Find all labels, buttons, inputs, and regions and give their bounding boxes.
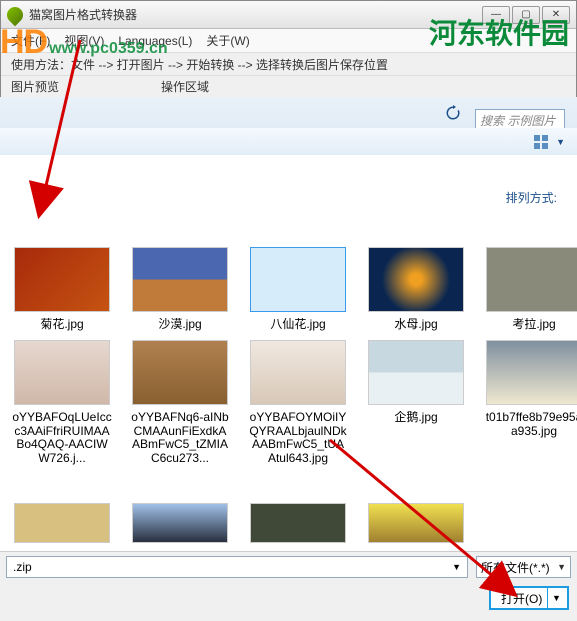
thumb-item[interactable]: oYYBAFOqLUeIccc3AAiFfriRUIMAABo4QAQ-AACI… [14, 340, 110, 466]
app-icon [4, 3, 27, 26]
thumb-row-partial [0, 503, 577, 545]
thumb-label: t01b7ffe8b79e95aa935.jpg [484, 411, 577, 439]
thumb-item[interactable]: t01b7ffe8b79e95aa935.jpg [486, 340, 577, 466]
chevron-down-icon[interactable]: ▼ [452, 562, 461, 572]
thumb-label: oYYBAFOYMOiIYQYRAALbjaulNDkAABmFwC5_tUAA… [248, 411, 348, 466]
open-button[interactable]: 打开(O) ▼ [489, 586, 569, 610]
thumb-label: 企鹅.jpg [366, 411, 466, 425]
thumb-item[interactable]: 菊花.jpg [14, 247, 110, 332]
thumb-label: 考拉.jpg [484, 318, 577, 332]
thumb-item[interactable]: 企鹅.jpg [368, 340, 464, 466]
thumb-label: oYYBAFOqLUeIccc3AAiFfriRUIMAABo4QAQ-AACI… [12, 411, 112, 466]
search-placeholder: 搜索 示例图片 [480, 112, 555, 129]
thumb-item[interactable]: oYYBAFNq6-aINbCMAAunFiExdkAABmFwC5_tZMIA… [132, 340, 228, 466]
thumbnail-image [14, 340, 110, 405]
thumb-label: 菊花.jpg [12, 318, 112, 332]
thumbnail-area: 菊花.jpg 沙漠.jpg 八仙花.jpg 水母.jpg 考拉.jpg [0, 247, 577, 547]
chevron-down-icon: ▼ [557, 562, 566, 572]
thumbnail-image [14, 247, 110, 312]
thumbnail-image[interactable] [132, 503, 228, 543]
menu-file[interactable]: 文件(F) [11, 32, 50, 49]
thumbnail-image[interactable] [14, 503, 110, 543]
thumb-label: 八仙花.jpg [248, 318, 348, 332]
view-mode-button[interactable]: ▼ [534, 135, 565, 149]
maximize-button[interactable]: ▢ [512, 6, 540, 24]
menu-about[interactable]: 关于(W) [206, 32, 249, 49]
file-dialog: 搜索 示例图片 ▼ 排列方式: 菊花.jpg 沙漠.jpg 八仙花.jpg [0, 97, 577, 621]
filetype-select[interactable]: 所有文件(*.*) ▼ [476, 556, 571, 578]
thumb-label: 水母.jpg [366, 318, 466, 332]
thumbnail-image [486, 247, 577, 312]
thumbnail-image [250, 340, 346, 405]
thumbnail-image [368, 340, 464, 405]
thumbnail-image[interactable] [250, 503, 346, 543]
thumbnail-image [368, 247, 464, 312]
titlebar: 猫窝图片格式转换器 — ▢ ✕ [1, 1, 576, 29]
thumb-item-selected[interactable]: 八仙花.jpg [250, 247, 346, 332]
filename-value: .zip [13, 560, 32, 574]
oparea-label: 操作区域 [161, 78, 209, 95]
open-dropdown-icon[interactable]: ▼ [547, 588, 565, 608]
menubar: 文件(F) 视图(V) Languages(L) 关于(W) [1, 29, 576, 53]
thumb-item[interactable]: 考拉.jpg [486, 247, 577, 332]
open-button-label: 打开(O) [501, 590, 542, 607]
dialog-footer: .zip ▼ 所有文件(*.*) ▼ 打开(O) ▼ [0, 551, 577, 621]
refresh-icon[interactable] [441, 103, 465, 123]
thumbnail-image[interactable] [368, 503, 464, 543]
thumbnail-image [486, 340, 577, 405]
filename-input[interactable]: .zip ▼ [6, 556, 468, 578]
menu-languages[interactable]: Languages(L) [118, 34, 192, 48]
app-window: 猫窝图片格式转换器 — ▢ ✕ 文件(F) 视图(V) Languages(L)… [0, 0, 577, 100]
sort-label[interactable]: 排列方式: [506, 189, 557, 206]
thumbnail-image [250, 247, 346, 312]
thumbnail-image [132, 247, 228, 312]
thumb-item[interactable]: 沙漠.jpg [132, 247, 228, 332]
minimize-button[interactable]: — [482, 6, 510, 24]
menu-view[interactable]: 视图(V) [64, 32, 104, 49]
panel-line: 图片预览 操作区域 [1, 75, 576, 97]
thumb-label: oYYBAFNq6-aINbCMAAunFiExdkAABmFwC5_tZMIA… [130, 411, 230, 466]
usage-line: 使用方法：文件 --> 打开图片 --> 开始转换 --> 选择转换后图片保存位… [1, 53, 576, 75]
preview-label: 图片预览 [11, 78, 161, 95]
close-button[interactable]: ✕ [542, 6, 570, 24]
filetype-value: 所有文件(*.*) [481, 559, 550, 576]
thumb-item[interactable]: 水母.jpg [368, 247, 464, 332]
titlebar-title: 猫窝图片格式转换器 [29, 6, 482, 23]
thumb-item[interactable]: oYYBAFOYMOiIYQYRAALbjaulNDkAABmFwC5_tUAA… [250, 340, 346, 466]
dialog-header: 搜索 示例图片 ▼ [0, 97, 577, 155]
thumbnail-image [132, 340, 228, 405]
thumb-label: 沙漠.jpg [130, 318, 230, 332]
